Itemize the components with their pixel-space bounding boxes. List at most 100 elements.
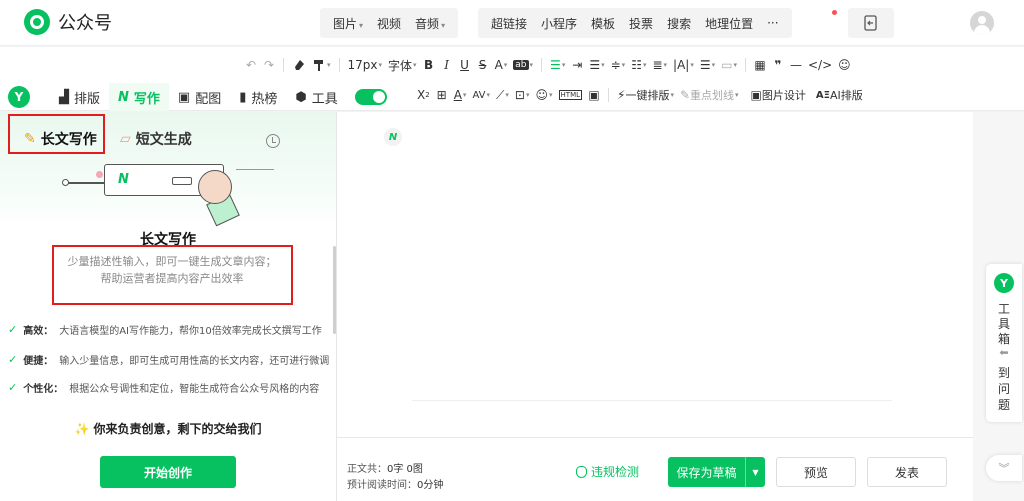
format-toolbar-row-1: ↶ ↷ ▾ 17px ▾ 字体 ▾ B I U S A ▾ ab ▾ ☰ ▾ ⇥ ☰ ▾ ≑…	[242, 54, 854, 76]
magic-wand-icon[interactable]: ⟋ ▾	[493, 84, 512, 106]
slogan: ✨ 你来负责创意，剩下的交给我们	[74, 422, 262, 436]
start-writing-button[interactable]: 开始创作	[100, 456, 236, 488]
brand-logo[interactable]: 公众号	[24, 9, 112, 35]
assistant-nav: Y ▟ 排版 N 写作 ▣ 配图 ▮ 热榜 ⬢ 工具	[8, 83, 387, 111]
shield-icon	[576, 465, 587, 478]
table-icon[interactable]: ▦	[751, 54, 769, 76]
letter-spacing-icon[interactable]: |A| ▾	[670, 54, 697, 76]
insert-hyperlink-button[interactable]: 超链接	[484, 15, 534, 32]
insert-image-menu[interactable]: 图片 ▾	[326, 15, 370, 32]
violation-check-button[interactable]: 违规检测	[576, 463, 639, 480]
assistant-logo[interactable]: Y	[8, 86, 30, 108]
html-icon[interactable]: HTML	[556, 84, 585, 106]
feature-convenient: ✓ 便捷： 输入少量信息，即可生成可用性高的长文内容，还可进行微调	[8, 353, 330, 367]
box-icon: ⬢	[295, 89, 307, 105]
arrow-left-icon[interactable]: ⬅	[986, 346, 1022, 359]
list-icon[interactable]: ☰ ▾	[697, 54, 718, 76]
horizontal-rule-icon[interactable]: —	[787, 54, 805, 76]
insert-search-button[interactable]: 搜索	[660, 15, 698, 32]
tab-images[interactable]: ▣ 配图	[169, 83, 230, 111]
check-icon: ✓	[8, 353, 18, 366]
ai-logo-icon: N	[118, 172, 129, 187]
layout-icon: ▟	[59, 89, 69, 105]
chevron-down-icon[interactable]: ▼	[745, 457, 765, 487]
brand-name: 公众号	[58, 13, 112, 34]
chevron-down-icon[interactable]: ︾	[986, 455, 1022, 481]
assistant-toggle[interactable]	[354, 89, 387, 105]
font-family-select[interactable]: 字体 ▾	[385, 54, 420, 76]
ai-layout-button[interactable]: AΞ AI排版	[813, 84, 866, 106]
top-bar: 公众号 图片 ▾ 视频 音频 ▾ 超链接 小程序 模板 投票 搜索 地理位置 ···	[0, 0, 1024, 46]
format-painter-icon[interactable]: ▾	[309, 54, 334, 76]
bookmark-icon: ▮	[239, 89, 247, 105]
underline-icon[interactable]: U	[456, 54, 474, 76]
preview-button[interactable]: 预览	[776, 457, 856, 487]
illustration-line	[236, 169, 274, 170]
tab-long-article[interactable]: ✎ 长文写作	[24, 129, 97, 149]
insert-location-button[interactable]: 地理位置	[698, 15, 760, 32]
user-avatar[interactable]	[970, 11, 994, 35]
ai-assist-icon[interactable]: N	[384, 128, 402, 146]
italic-icon[interactable]: I	[438, 54, 456, 76]
insert-template-button[interactable]: 模板	[584, 15, 622, 32]
code-icon[interactable]: </>	[805, 54, 835, 76]
indent-icon[interactable]: ⇥	[568, 54, 586, 76]
toolbox-panel[interactable]: Y 工 具 箱 ⬅ 到 问 题	[986, 264, 1022, 422]
divider-style-icon[interactable]: ▭ ▾	[718, 54, 740, 76]
paragraph-spacing-icon[interactable]: ☷ ▾	[628, 54, 649, 76]
more-insert-button[interactable]: ···	[760, 16, 785, 30]
image-design-button[interactable]: ▣ 图片设计	[748, 84, 809, 106]
margin-icon[interactable]: ≣ ▾	[649, 54, 670, 76]
tab-short-article[interactable]: ▱ 短文生成	[120, 129, 192, 149]
check-icon: ✓	[8, 323, 18, 336]
highlight-underline-button[interactable]: ✎ 重点划线 ▾	[677, 84, 742, 106]
tab-hot-list[interactable]: ▮ 热榜	[230, 83, 286, 111]
insert-vote-button[interactable]: 投票	[622, 15, 660, 32]
tab-tools[interactable]: ⬢ 工具	[286, 83, 346, 111]
history-icon[interactable]	[266, 134, 280, 148]
align-left-icon[interactable]: ☰ ▾	[547, 54, 568, 76]
redo-icon[interactable]: ↷	[260, 54, 278, 76]
char-spacing-icon[interactable]: AV ▾	[469, 84, 493, 106]
insert-feature-group: 超链接 小程序 模板 投票 搜索 地理位置 ···	[478, 8, 792, 38]
feedback-label-char: 到	[997, 366, 1010, 380]
briefcase-icon[interactable]: ▣	[585, 84, 603, 106]
pencil-icon: ✎	[24, 131, 36, 147]
font-color-icon[interactable]: A ▾	[492, 54, 511, 76]
bold-icon[interactable]: B	[420, 54, 438, 76]
background-color-icon[interactable]: ab ▾	[510, 54, 536, 76]
reading-time: 预计阅读时间：0分钟	[347, 480, 444, 491]
undo-icon[interactable]: ↶	[242, 54, 260, 76]
editor-canvas[interactable]	[337, 112, 973, 437]
clear-format-icon[interactable]	[289, 54, 309, 76]
chart-icon[interactable]: ⊡ ▾	[512, 84, 533, 106]
emoji-icon[interactable]: ☺	[835, 54, 854, 76]
tab-writing[interactable]: N 写作	[109, 83, 169, 111]
exit-editor-button[interactable]	[848, 8, 894, 38]
ai-writing-panel: ✎ 长文写作 ▱ 短文生成 N 长文写作 少量描述性输入，即可一键生成文章内容；…	[0, 112, 337, 501]
save-draft-button[interactable]: 保存为草稿 ▼	[668, 457, 765, 487]
emoji-face-icon[interactable]: ☺ ▾	[533, 84, 556, 106]
strikethrough-icon[interactable]: S	[474, 54, 492, 76]
feedback-label-char: 题	[997, 398, 1010, 412]
text-wrap-icon[interactable]: ⊞	[433, 84, 451, 106]
hand-pen-icon	[198, 170, 232, 204]
eraser-icon: ▱	[120, 131, 131, 147]
toolbox-label-char: 箱	[997, 332, 1010, 346]
publish-button[interactable]: 发表	[867, 457, 947, 487]
tab-layout[interactable]: ▟ 排版	[50, 83, 109, 111]
text-style-icon[interactable]: A ▾	[451, 84, 470, 106]
font-size-select[interactable]: 17px ▾	[345, 54, 386, 76]
panel-scrollbar[interactable]	[333, 246, 336, 334]
insert-video-button[interactable]: 视频	[370, 15, 408, 32]
align-justify-icon[interactable]: ☰ ▾	[586, 54, 607, 76]
illustration-button	[172, 177, 192, 185]
line-height-icon[interactable]: ≑ ▾	[608, 54, 629, 76]
quote-icon[interactable]: ❞	[769, 54, 787, 76]
subscript-icon[interactable]: X2	[414, 84, 433, 106]
one-click-layout-button[interactable]: ⚡ 一键排版 ▾	[614, 84, 677, 106]
insert-audio-menu[interactable]: 音频 ▾	[408, 15, 452, 32]
ai-write-icon: N	[118, 89, 129, 105]
image-icon: ▣	[177, 89, 191, 105]
insert-miniprogram-button[interactable]: 小程序	[534, 15, 584, 32]
